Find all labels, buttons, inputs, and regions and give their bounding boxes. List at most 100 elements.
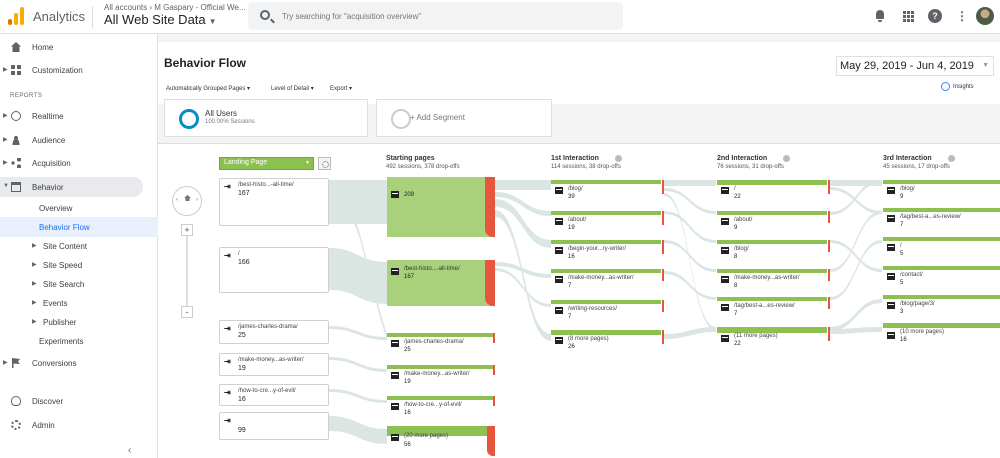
sidebar-item-realtime[interactable]: ▶ Realtime [0,106,158,126]
chevron-right-icon: ▶ [32,262,37,268]
sidebar-item-admin[interactable]: Admin [0,415,158,435]
starting-page-node[interactable]: (20 more pages) 56 [387,426,495,456]
sidebar-item-customization[interactable]: ▶ Customization [0,60,158,80]
drop-off-bar [828,211,830,223]
sidebar-item-label: Conversions [32,359,77,368]
interaction-node[interactable]: / 22 [717,180,830,202]
sidebar-item-label: Events [43,299,68,308]
dimension-settings-gear-icon[interactable] [318,157,331,170]
remove-column-icon[interactable] [615,155,622,162]
interaction-node[interactable]: /about/19 [551,211,664,233]
sidebar-item-label: Realtime [32,112,64,121]
interaction-node[interactable]: /make-money...as-writer/7 [551,269,664,291]
search-input[interactable] [282,8,602,24]
interaction-node[interactable]: (10 more pages) 16 [883,323,1000,345]
interaction-node[interactable]: /make-money...as-writer/8 [717,269,830,291]
sidebar-item-site-speed[interactable]: ▶ Site Speed [0,255,158,275]
starting-page-node[interactable]: /how-to-cre...y-of-evil/16 [387,396,495,418]
interaction-node[interactable]: /tag/best-a...es-review/7 [717,297,830,319]
export-dropdown[interactable]: Export ▾ [330,85,352,92]
session-bar [717,180,827,185]
node-value: 7 [568,283,572,289]
chevron-right-icon: ▶ [3,67,8,73]
interaction-node[interactable]: (11 more pages) 22 [717,327,830,349]
sidebar-item-overview[interactable]: Overview [0,198,158,218]
node-name: /make-money...as-writer/ [238,357,304,363]
sidebar-item-behavior-flow[interactable]: Behavior Flow [0,217,158,237]
landing-node[interactable]: ⇥ /best-histo...-all-time/167 [219,178,329,226]
node-value: 26 [568,344,575,350]
remove-column-icon[interactable] [948,155,955,162]
interaction-node[interactable]: /blog/39 [551,180,664,202]
avatar[interactable] [976,7,994,25]
account-breadcrumb[interactable]: All accounts › M Gaspary - Official We..… [104,3,246,12]
starting-page-node[interactable]: 209 [387,177,495,237]
sidebar-item-experiments[interactable]: Experiments [0,331,158,351]
sidebar-item-conversions[interactable]: ▶ Conversions [0,353,158,373]
zoom-slider-track[interactable] [186,236,188,308]
node-name: /make-money...as-writer/ [734,275,800,281]
node-name: (10 more pages) [900,329,945,335]
sidebar-item-publisher[interactable]: ▶ Publisher [0,312,158,332]
node-value: 16 [238,396,246,403]
sidebar-item-site-content[interactable]: ▶ Site Content [0,236,158,256]
interaction-node[interactable]: /begin-your...ry-writer/16 [551,240,664,262]
grouping-dropdown[interactable]: Automatically Grouped Pages ▾ [166,85,250,92]
interaction-node[interactable]: /blog/8 [717,240,830,262]
insights-button[interactable]: Insights [941,82,974,91]
sidebar-item-audience[interactable]: ▶ Audience [0,130,158,150]
landing-node[interactable]: ⇥ /james-charles-drama/25 [219,320,329,344]
node-value: 9 [900,194,904,200]
notifications-bell-icon[interactable] [873,9,887,23]
pan-control[interactable]: ‹ › [172,186,202,216]
grouping-label: Automatically Grouped Pages [166,86,246,92]
interaction-node[interactable]: (8 more pages) 26 [551,330,664,352]
add-segment-button[interactable]: + Add Segment [376,99,552,137]
remove-column-icon[interactable] [783,155,790,162]
property-selector[interactable]: All Web Site Data ▼ [104,12,217,27]
sidebar-item-acquisition[interactable]: ▶ Acquisition [0,153,158,173]
interaction-node[interactable]: /contact/5 [883,266,1000,288]
landing-node[interactable]: ⇥ /make-money...as-writer/19 [219,353,329,376]
analytics-logo-icon[interactable] [8,7,24,25]
interaction-node[interactable]: /blog/page/3/3 [883,295,1000,317]
sidebar-item-discover[interactable]: Discover [0,391,158,411]
more-vert-icon[interactable]: ⋮ [955,9,969,23]
landing-node[interactable]: ⇥ 99 [219,412,329,440]
help-icon[interactable]: ? [928,9,942,23]
date-range-picker[interactable]: May 29, 2019 - Jun 4, 2019 ▼ [836,56,994,76]
sidebar-item-home[interactable]: Home [0,37,158,57]
segment-all-users[interactable]: All Users 100.00% Sessions [164,99,368,137]
zoom-in-button[interactable]: + [181,224,193,236]
acquisition-icon [11,158,21,168]
search-box[interactable] [248,2,623,30]
node-value: 25 [404,347,411,353]
interaction-node[interactable]: /5 [883,237,1000,259]
interaction-node[interactable]: /blog/9 [883,180,1000,202]
interaction-node[interactable]: /tag/best-a...es-review/7 [883,208,1000,230]
landing-node[interactable]: ⇥ /how-to-cre...y-of-evil/16 [219,384,329,406]
starting-page-node[interactable]: /best-histo...-all-time/167 [387,260,495,306]
node-name: /writing-resources/ [568,306,618,312]
page-icon [721,276,729,283]
starting-page-node[interactable]: /make-money...as-writer/19 [387,365,495,387]
apps-grid-icon[interactable] [901,9,915,23]
level-of-detail-dropdown[interactable]: Level of Detail ▾ [271,85,314,92]
node-value: 99 [238,427,246,434]
page-icon [721,218,729,225]
sidebar-item-site-search[interactable]: ▶ Site Search [0,274,158,294]
collapse-sidebar-chevron-icon[interactable]: ‹ [128,445,131,456]
dimension-dropdown[interactable]: Landing Page ▼ [219,157,314,170]
landing-node[interactable]: ⇥ / 166 [219,247,329,293]
behavior-flow-canvas[interactable]: ‹ › + - Landing Page ▼ Starting pages 492 … [158,143,1000,458]
node-value: 5 [900,280,904,286]
page-icon [887,244,895,251]
starting-page-node[interactable]: /james-charles-drama/25 [387,333,495,355]
zoom-out-button[interactable]: - [181,306,193,318]
interaction-node[interactable]: /about/9 [717,211,830,233]
session-bar [551,180,661,184]
interaction-node[interactable]: /writing-resources/7 [551,300,664,322]
sidebar-item-events[interactable]: ▶ Events [0,293,158,313]
sidebar-item-behavior[interactable]: ▼ Behavior [0,177,143,197]
insights-icon [941,82,950,91]
